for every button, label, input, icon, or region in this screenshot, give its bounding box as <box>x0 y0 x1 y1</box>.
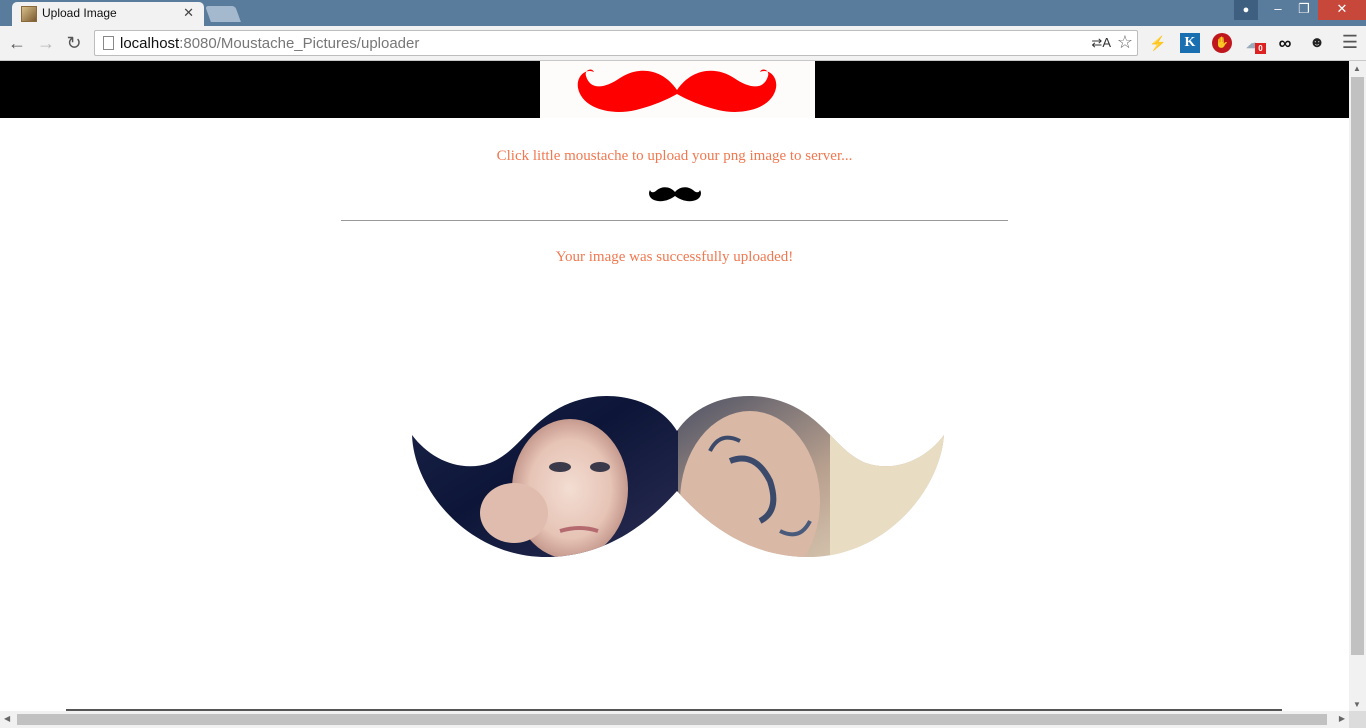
logo <box>540 61 815 118</box>
restore-button[interactable]: ❐ <box>1291 0 1317 20</box>
vertical-scroll-thumb[interactable] <box>1351 77 1364 655</box>
moustache-photo-mask-image <box>412 395 944 558</box>
new-tab-button[interactable] <box>205 6 241 22</box>
forward-arrow-icon[interactable]: → <box>34 31 58 55</box>
browser-toolbar: ← → ↻ localhost:8080/Moustache_Pictures/… <box>0 26 1366 61</box>
k-extension-icon[interactable]: K <box>1180 33 1200 53</box>
scroll-right-icon[interactable]: ▶ <box>1339 714 1345 723</box>
tab-close-icon[interactable]: ✕ <box>183 5 194 21</box>
tab-title: Upload Image <box>42 6 117 20</box>
page-icon <box>103 36 114 50</box>
menu-icon[interactable]: ☰ <box>1340 32 1360 52</box>
profile-icon[interactable]: ● <box>1234 0 1258 20</box>
page-header <box>0 61 1349 118</box>
upload-instruction: Click little moustache to upload your pn… <box>496 148 853 164</box>
success-message: Your image was successfully uploaded! <box>555 249 794 265</box>
uploaded-moustache-image <box>410 391 946 566</box>
translate-icon[interactable]: ⇄A <box>1091 35 1111 51</box>
address-bar[interactable]: localhost:8080/Moustache_Pictures/upload… <box>94 30 1138 56</box>
stop-extension-icon[interactable]: ✋ <box>1212 33 1232 53</box>
moustache-icon <box>649 187 701 202</box>
scroll-left-icon[interactable]: ◀ <box>4 714 10 723</box>
divider <box>341 220 1008 221</box>
image-favicon-icon <box>21 6 37 22</box>
lightning-icon[interactable]: ⚡ <box>1148 33 1168 53</box>
browser-title-bar: Upload Image ✕ ● – ❐ ✕ <box>0 0 1366 26</box>
scroll-up-icon[interactable]: ▲ <box>1353 64 1361 73</box>
reload-icon[interactable]: ↻ <box>62 31 86 55</box>
horizontal-scrollbar[interactable]: ◀ ▶ <box>0 711 1349 728</box>
close-window-button[interactable]: ✕ <box>1318 0 1366 20</box>
url-text[interactable]: localhost:8080/Moustache_Pictures/upload… <box>120 35 419 52</box>
scroll-down-icon[interactable]: ▼ <box>1353 700 1361 709</box>
cloud-badge: 0 <box>1255 43 1266 54</box>
page-viewport: Click little moustache to upload your pn… <box>0 61 1349 711</box>
minimize-button[interactable]: – <box>1265 0 1291 20</box>
face-extension-icon[interactable]: ☻ <box>1307 33 1327 53</box>
upload-moustache-button[interactable] <box>648 185 702 208</box>
cloud-extension-icon[interactable]: ☁ 0 <box>1243 33 1266 54</box>
url-host: localhost <box>120 35 180 52</box>
scrollbar-corner <box>1349 711 1366 728</box>
infinity-icon[interactable]: ∞ <box>1275 33 1295 53</box>
vertical-scrollbar[interactable]: ▲ ▼ <box>1349 61 1366 711</box>
back-arrow-icon[interactable]: ← <box>5 31 29 55</box>
bookmark-star-icon[interactable]: ☆ <box>1117 32 1133 53</box>
url-path: :8080/Moustache_Pictures/uploader <box>179 35 420 52</box>
tab-upload-image[interactable]: Upload Image ✕ <box>12 2 204 26</box>
red-moustache-logo-icon <box>577 69 777 112</box>
horizontal-scroll-thumb[interactable] <box>17 714 1327 725</box>
